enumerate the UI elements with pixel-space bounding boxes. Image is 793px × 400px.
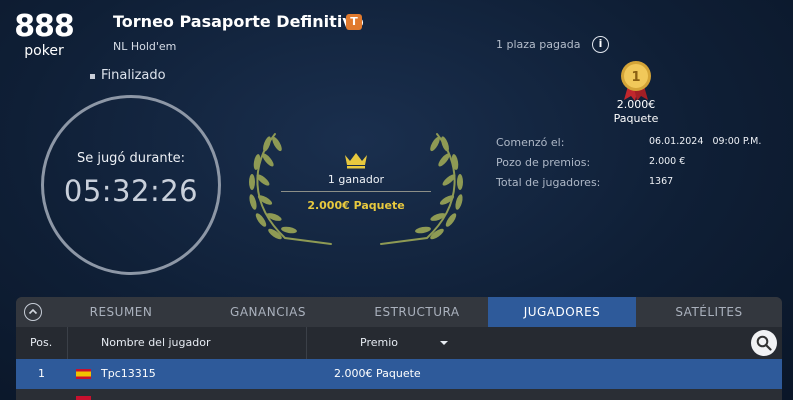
winner-prize: 2.000€ Paquete [307, 199, 405, 212]
tab-bar: RESUMEN GANANCIAS ESTRUCTURA JUGADORES S… [16, 297, 782, 327]
sort-arrow-icon[interactable] [440, 341, 448, 345]
laurel-wreath-icon [249, 133, 463, 245]
spain-flag-icon [76, 369, 91, 379]
details-panel: RESUMEN GANANCIAS ESTRUCTURA JUGADORES S… [16, 297, 782, 400]
header-prize[interactable]: Premio [360, 327, 398, 359]
tab-jugadores[interactable]: JUGADORES [488, 297, 636, 327]
header-separator [306, 327, 307, 359]
tab-resumen[interactable]: RESUMEN [52, 297, 190, 327]
logo-word: poker [24, 43, 64, 59]
game-type: NL Hold'em [113, 40, 177, 53]
tab-ganancias[interactable]: GANANCIAS [190, 297, 346, 327]
gold-medal-icon: 1 [621, 61, 651, 101]
paid-places: 1 plaza pagada [496, 38, 581, 51]
table-row[interactable]: 1 Tpc13315 2.000€ Paquete [16, 359, 782, 389]
header-separator [67, 327, 68, 359]
info-icon[interactable]: i [592, 36, 609, 53]
header-player-name[interactable]: Nombre del jugador [101, 327, 211, 359]
status-indicator [90, 74, 95, 79]
chevron-up-icon [28, 308, 38, 315]
tab-estructura[interactable]: ESTRUCTURA [346, 297, 488, 327]
prize-pool-value: 2.000 € [649, 156, 686, 167]
winner-divider [281, 191, 431, 192]
tab-satelites[interactable]: SATÉLITES [636, 297, 782, 327]
tournament-title: Torneo Pasaporte Definitivo [113, 12, 364, 31]
888poker-logo: 888 poker [14, 9, 75, 64]
search-button[interactable] [751, 330, 777, 356]
start-value: 06.01.2024 09:00 P.M. [649, 136, 762, 147]
start-label: Comenzó el: [496, 136, 565, 149]
total-players-label: Total de jugadores: [496, 176, 601, 189]
row-player-name: Tpc13315 [101, 367, 156, 380]
table-row[interactable] [16, 389, 782, 400]
flag-icon [76, 396, 91, 400]
row-prize: 2.000€ Paquete [334, 367, 421, 380]
search-icon [756, 335, 772, 351]
row-position: 1 [38, 367, 45, 380]
total-players-value: 1367 [649, 176, 674, 187]
medal-rank: 1 [631, 70, 640, 85]
collapse-button[interactable] [24, 303, 42, 321]
tournament-status: Finalizado [101, 68, 166, 83]
medal-prize: 2.000€ [616, 98, 656, 111]
logo-number: 888 [14, 9, 75, 44]
winner-count: 1 ganador [327, 173, 385, 186]
timer-value: 05:32:26 [63, 174, 199, 208]
header-position[interactable]: Pos. [30, 327, 52, 359]
prize-pool-label: Pozo de premios: [496, 156, 591, 169]
timer-label: Se jugó durante: [76, 151, 186, 166]
table-header: Pos. Nombre del jugador Premio [16, 327, 782, 359]
crown-icon [345, 153, 367, 169]
tournament-type-badge: T [346, 14, 362, 30]
medal-package: Paquete [613, 112, 659, 125]
